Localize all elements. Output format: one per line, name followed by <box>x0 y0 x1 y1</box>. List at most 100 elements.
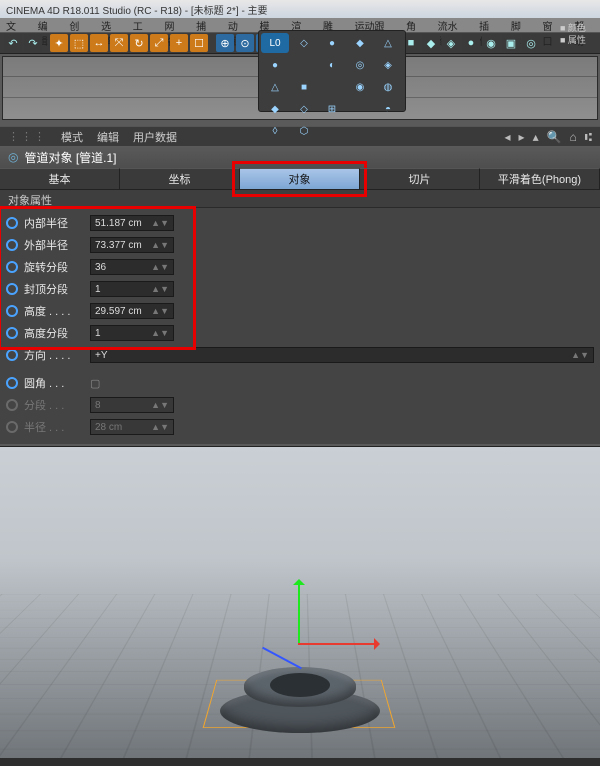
attribute-tabs[interactable]: 基本坐标对象切片平滑着色(Phong) <box>0 168 600 190</box>
menu-角色[interactable]: 角色 <box>406 18 426 32</box>
toolbar-icon-23[interactable]: ◉ <box>482 34 500 52</box>
prim-icon-2-5[interactable]: ⊞ <box>319 99 345 119</box>
nav-⌂[interactable]: ⌂ <box>570 130 577 144</box>
menu-脚本[interactable]: 脚本 <box>511 18 531 32</box>
toolbar-icon-8[interactable]: + <box>170 34 188 52</box>
spinner-外部半径[interactable]: 73.377 cm▲▼ <box>90 237 174 253</box>
prim-icon-1-3[interactable]: ◈ <box>375 55 401 75</box>
menu-编辑[interactable]: 编辑 <box>38 18 58 32</box>
edit-menu[interactable]: 编辑 <box>97 129 119 145</box>
nav-◂[interactable]: ◂ <box>505 130 511 144</box>
x-axis-icon[interactable] <box>298 643 376 645</box>
toolbar-icon-25[interactable]: ◎ <box>522 34 540 52</box>
radio-icon[interactable] <box>6 261 18 273</box>
tab-切片[interactable]: 切片 <box>360 168 480 189</box>
nav-⑆[interactable]: ⑆ <box>585 130 592 144</box>
spinner-高度分段[interactable]: 1▲▼ <box>90 325 174 341</box>
prim-icon-1-5[interactable]: ■ <box>291 77 317 97</box>
attr-nav-icons[interactable]: ◂ ▸ ▴ 🔍 ⌂ ⑆ <box>497 130 593 144</box>
radio-icon[interactable] <box>6 305 18 317</box>
primitives-popup[interactable]: L0◇●◆△●◐◎◈△■◉◍◆◇⊞◓◊⬡ <box>258 30 406 112</box>
prim-icon-2-0[interactable] <box>319 77 345 97</box>
spinner-封顶分段[interactable]: 1▲▼ <box>90 281 174 297</box>
tube-object[interactable] <box>210 597 390 747</box>
prim-icon-2-4[interactable]: ◇ <box>291 99 317 119</box>
prim-icon-1-4[interactable]: △ <box>261 77 289 97</box>
prop-label: 高度分段 <box>24 325 84 341</box>
prim-icon-0-1[interactable]: ◇ <box>291 33 317 53</box>
spinner-内部半径[interactable]: 51.187 cm▲▼ <box>90 215 174 231</box>
spinner-旋转分段[interactable]: 36▲▼ <box>90 259 174 275</box>
toolbar-icon-22[interactable]: ● <box>462 34 480 52</box>
toolbar-icon-9[interactable]: ☐ <box>190 34 208 52</box>
toolbar-icon-21[interactable]: ◈ <box>442 34 460 52</box>
menu-工具[interactable]: 工具 <box>133 18 153 32</box>
spinner-方向 . . . .[interactable]: +Y▲▼ <box>90 347 594 363</box>
radio-icon[interactable] <box>6 421 18 433</box>
y-axis-icon[interactable] <box>298 583 300 643</box>
prim-icon-2-3[interactable]: ◆ <box>261 99 289 119</box>
radio-icon[interactable] <box>6 327 18 339</box>
z-axis-icon[interactable] <box>262 647 302 669</box>
radio-icon[interactable] <box>6 377 18 389</box>
main-viewport[interactable] <box>0 446 600 766</box>
toolbar-icon-5[interactable]: ⤧ <box>110 34 128 52</box>
prim-icon-3-3[interactable]: ⬡ <box>291 121 317 141</box>
prim-icon-0-3[interactable]: ◆ <box>347 33 373 53</box>
toolbar-icon-24[interactable]: ▣ <box>502 34 520 52</box>
toolbar-icon-1[interactable]: ↷ <box>24 34 42 52</box>
prim-icon-0-5[interactable]: ● <box>261 55 289 75</box>
menu-网格[interactable]: 网格 <box>164 18 184 32</box>
prim-icon-0-4[interactable]: △ <box>375 33 401 53</box>
nav-🔍[interactable]: 🔍 <box>547 130 562 144</box>
toolbar-icon-3[interactable]: ⬚ <box>70 34 88 52</box>
prop-label: 圆角 . . . <box>24 375 84 391</box>
toolbar-icon-11[interactable]: ⊙ <box>236 34 254 52</box>
prim-icon-3-5[interactable] <box>347 121 373 141</box>
menu-捕捉[interactable]: 捕捉 <box>196 18 216 32</box>
toolbar-icon-10[interactable]: ⊕ <box>216 34 234 52</box>
prim-icon-2-2[interactable]: ◍ <box>375 77 401 97</box>
radio-icon[interactable] <box>6 349 18 361</box>
toolbar-icon-6[interactable]: ↻ <box>130 34 148 52</box>
tab-对象[interactable]: 对象 <box>240 168 360 189</box>
nav-▸[interactable]: ▸ <box>519 130 525 144</box>
right-palette: ■ 颜色■ 属性 <box>560 22 598 46</box>
checkbox-圆角 . . .[interactable]: ▢ <box>90 377 100 390</box>
prim-icon-1-0[interactable] <box>291 55 317 75</box>
menu-文件[interactable]: 文件 <box>6 18 26 32</box>
nav-▴[interactable]: ▴ <box>533 130 539 144</box>
mode-menu[interactable]: 模式 <box>61 129 83 145</box>
toolbar-icon-0[interactable]: ↶ <box>4 34 22 52</box>
prim-icon-3-1[interactable]: ◓ <box>375 99 401 119</box>
radio-icon[interactable] <box>6 399 18 411</box>
toolbar-icon-20[interactable]: ◆ <box>422 34 440 52</box>
prim-icon-1-1[interactable]: ◐ <box>319 55 345 75</box>
prim-icon-2-1[interactable]: ◉ <box>347 77 373 97</box>
radio-icon[interactable] <box>6 283 18 295</box>
radio-icon[interactable] <box>6 239 18 251</box>
spinner-高度 . . . .[interactable]: 29.597 cm▲▼ <box>90 303 174 319</box>
toolbar-icon-7[interactable]: ⤢ <box>150 34 168 52</box>
radio-icon[interactable] <box>6 217 18 229</box>
prim-icon-0-2[interactable]: ● <box>319 33 345 53</box>
toolbar-icon-2[interactable]: ✦ <box>50 34 68 52</box>
tab-平滑着色(Phong)[interactable]: 平滑着色(Phong) <box>480 168 600 189</box>
menu-插件[interactable]: 插件 <box>479 18 499 32</box>
prim-icon-3-2[interactable]: ◊ <box>261 121 289 141</box>
prop-row-高度分段: 高度分段 1▲▼ <box>6 322 594 344</box>
spinner-分段 . . .: 8▲▼ <box>90 397 174 413</box>
prim-icon-0-0[interactable]: L0 <box>261 33 289 53</box>
prim-icon-1-2[interactable]: ◎ <box>347 55 373 75</box>
menu-动画[interactable]: 动画 <box>228 18 248 32</box>
tab-基本[interactable]: 基本 <box>0 168 120 189</box>
toolbar-icon-4[interactable]: ↔ <box>90 34 108 52</box>
tab-坐标[interactable]: 坐标 <box>120 168 240 189</box>
prop-label: 分段 . . . <box>24 397 84 413</box>
prim-icon-3-0[interactable] <box>347 99 373 119</box>
menu-流水线[interactable]: 流水线 <box>438 18 468 32</box>
menu-选择[interactable]: 选择 <box>101 18 121 32</box>
prim-icon-3-4[interactable] <box>319 121 345 141</box>
menu-创建[interactable]: 创建 <box>69 18 89 32</box>
userdata-menu[interactable]: 用户数据 <box>133 129 177 145</box>
